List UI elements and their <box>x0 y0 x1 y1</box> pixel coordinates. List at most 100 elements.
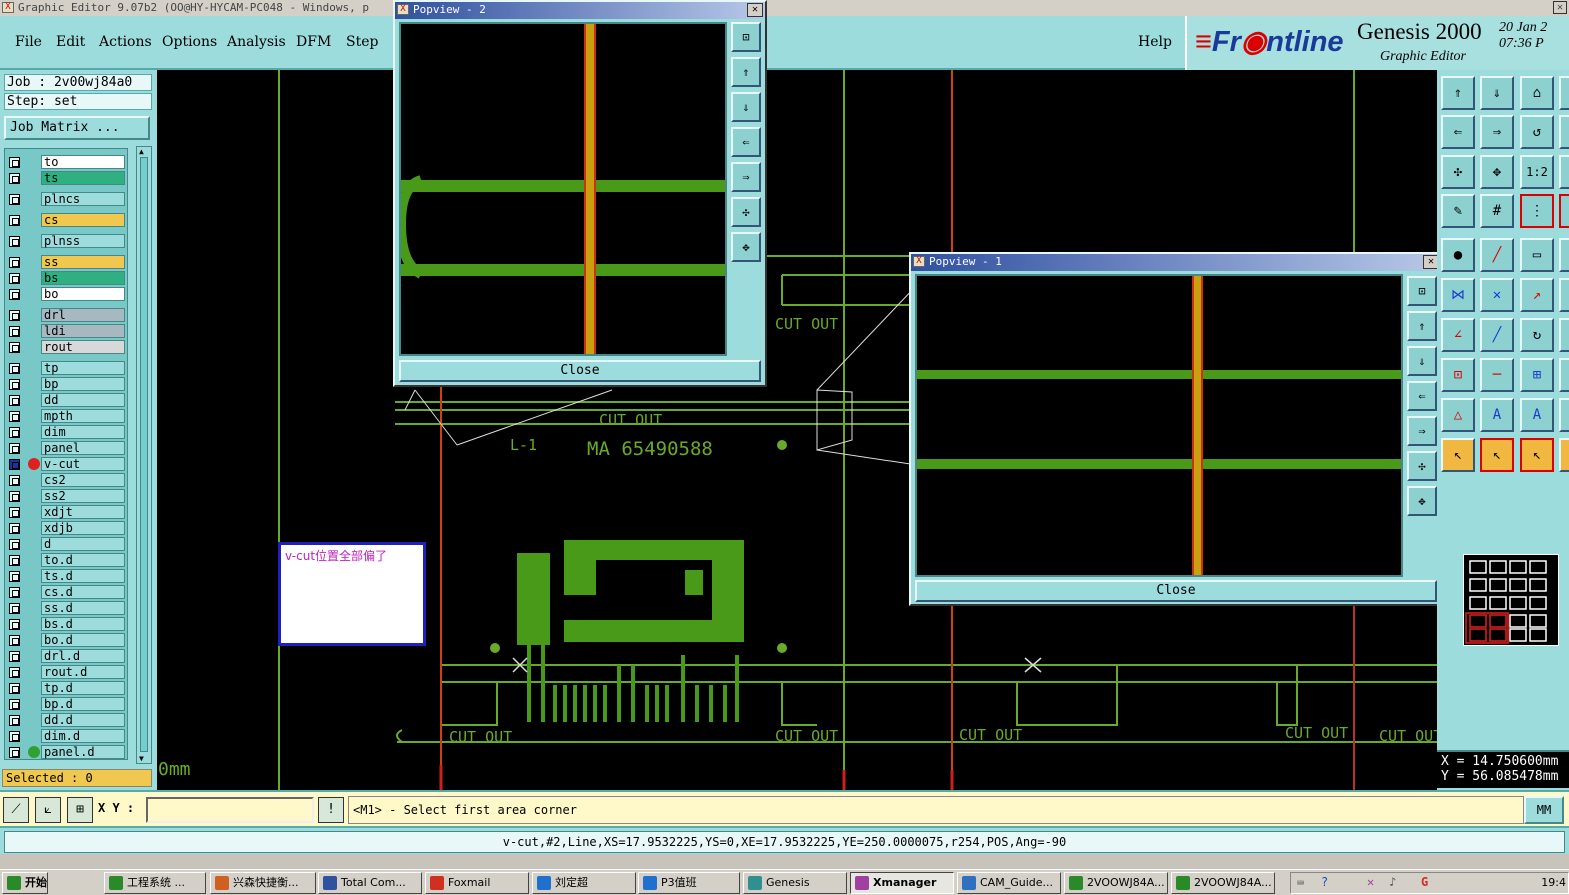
slant-line-icon[interactable]: ╱ <box>1480 318 1514 352</box>
layer-checkbox[interactable] <box>9 699 20 710</box>
text-a-icon[interactable]: A <box>1480 398 1514 432</box>
menu-options[interactable]: Options <box>162 34 217 50</box>
layer-checkbox[interactable] <box>9 289 20 300</box>
layer-checkbox[interactable] <box>9 475 20 486</box>
scroll-thumb[interactable] <box>140 157 148 752</box>
zoom-fit-icon[interactable]: ⊡ <box>731 22 761 52</box>
layer-checkbox[interactable] <box>9 215 20 226</box>
units-button[interactable]: MM <box>1524 796 1564 824</box>
task-item[interactable]: Total Com... <box>318 872 422 894</box>
layer-checkbox[interactable] <box>9 651 20 662</box>
task-item[interactable]: Genesis <box>743 872 847 894</box>
layer-row[interactable]: rout.d <box>7 665 125 679</box>
snap-icon[interactable]: ⋮ <box>1520 194 1554 228</box>
panel-edge-icon[interactable] <box>1559 238 1569 272</box>
draw-line-icon[interactable]: ╱ <box>1480 238 1514 272</box>
layer-row[interactable]: bo <box>7 287 125 301</box>
zoom-out-icon[interactable]: ✥ <box>1407 486 1437 516</box>
move-icon[interactable]: ↗ <box>1520 278 1554 312</box>
pan-down-icon[interactable]: ⇓ <box>731 92 761 122</box>
layer-checkbox[interactable] <box>9 411 20 422</box>
line-tool-icon[interactable]: ∠ <box>1441 318 1475 352</box>
layer-row[interactable]: bo.d <box>7 633 125 647</box>
ruler-icon[interactable]: ▭ <box>1520 238 1554 272</box>
task-item[interactable]: P3值班 <box>638 872 740 894</box>
menu-help[interactable]: Help <box>1138 34 1172 50</box>
grid-icon[interactable]: # <box>1480 194 1514 228</box>
pan-left-icon[interactable]: ⇐ <box>1441 115 1475 149</box>
one-to-one-icon[interactable]: 1:2 <box>1520 155 1554 189</box>
connect-icon[interactable]: ⋈ <box>1441 278 1475 312</box>
volume-icon[interactable]: ♪ <box>1389 875 1396 889</box>
layer-checkbox[interactable] <box>9 667 20 678</box>
task-item[interactable]: 兴森快捷衡... <box>210 872 316 894</box>
layer-checkbox[interactable] <box>9 539 20 550</box>
layer-checkbox[interactable] <box>9 555 20 566</box>
layer-row[interactable]: ss2 <box>7 489 125 503</box>
xy-input[interactable] <box>146 797 314 823</box>
pointer-select2-icon[interactable]: ↖ <box>1520 438 1554 472</box>
menu-analysis[interactable]: Analysis <box>227 34 286 50</box>
layer-checkbox[interactable] <box>9 619 20 630</box>
layer-scrollbar[interactable]: ▲ ▼ <box>136 146 152 764</box>
layer-checkbox[interactable] <box>9 257 20 268</box>
help-icon[interactable]: ? <box>1321 875 1328 889</box>
zoom-out-icon[interactable]: ✥ <box>1480 155 1514 189</box>
pan-up-icon[interactable]: ⇑ <box>731 57 761 87</box>
layer-checkbox[interactable] <box>9 194 20 205</box>
close-window-button[interactable]: ✕ <box>1553 1 1567 14</box>
layer-checkbox[interactable] <box>9 571 20 582</box>
layer-checkbox[interactable] <box>9 173 20 184</box>
keyboard-icon[interactable]: ⌨ <box>1297 876 1304 890</box>
zoom-in-icon[interactable]: ✣ <box>1441 155 1475 189</box>
pan-down-icon[interactable]: ⇓ <box>1407 346 1437 376</box>
google-icon[interactable]: G <box>1421 875 1428 889</box>
layer-row[interactable]: ts.d <box>7 569 125 583</box>
layer-row[interactable]: v-cut <box>7 457 125 471</box>
layer-row[interactable]: cs.d <box>7 585 125 599</box>
pad-add-icon[interactable]: ⊡ <box>1441 358 1475 392</box>
menu-step[interactable]: Step <box>346 34 378 50</box>
layer-row[interactable]: dd <box>7 393 125 407</box>
layer-checkbox[interactable] <box>9 507 20 518</box>
layer-checkbox[interactable] <box>9 747 20 758</box>
layer-checkbox[interactable] <box>9 363 20 374</box>
popview-2-titlebar[interactable]: X Popview - 2 ✕ <box>395 2 765 19</box>
measure-icon[interactable]: ✎ <box>1441 194 1475 228</box>
layer-row[interactable]: plncs <box>7 192 125 206</box>
layer-checkbox[interactable] <box>9 326 20 337</box>
layer-checkbox[interactable] <box>9 236 20 247</box>
layer-row[interactable]: ldi <box>7 324 125 338</box>
horizontal-line-icon[interactable]: ─ <box>1480 358 1514 392</box>
pointer-icon[interactable]: ↖ <box>1441 438 1475 472</box>
task-item-active[interactable]: Xmanager <box>850 872 954 894</box>
grid-mode-icon[interactable]: ⊞ <box>67 797 93 823</box>
pan-right-icon[interactable]: ⇒ <box>731 162 761 192</box>
popview-1-titlebar[interactable]: X Popview - 1 ✕ <box>911 254 1441 271</box>
layer-row[interactable]: xdjt <box>7 505 125 519</box>
layer-checkbox[interactable] <box>9 157 20 168</box>
text-a2-icon[interactable]: A <box>1520 398 1554 432</box>
triangle-tool-icon[interactable]: △ <box>1441 398 1475 432</box>
line-mode-icon[interactable]: ⟋ <box>3 797 29 823</box>
snap-mode-icon[interactable]: ⟀ <box>35 797 61 823</box>
layer-row[interactable]: tp <box>7 361 125 375</box>
pan-right-icon[interactable]: ⇒ <box>1480 115 1514 149</box>
pan-up-icon[interactable]: ⇑ <box>1407 311 1437 341</box>
layer-row[interactable]: panel <box>7 441 125 455</box>
task-item[interactable]: CAM_Guide... <box>957 872 1061 894</box>
popview-2-view[interactable] <box>395 22 727 356</box>
annotation-note[interactable]: v-cut位置全部偏了 <box>278 542 426 646</box>
select-pad-icon[interactable]: ● <box>1441 238 1475 272</box>
dimension-icon[interactable]: ⊞ <box>1520 358 1554 392</box>
layer-row[interactable]: rout <box>7 340 125 354</box>
layer-checkbox[interactable] <box>9 310 20 321</box>
menu-file[interactable]: File <box>15 34 42 50</box>
home-icon[interactable]: ⌂ <box>1520 76 1554 110</box>
layer-checkbox[interactable] <box>9 715 20 726</box>
layer-row[interactable]: bp <box>7 377 125 391</box>
popview-2-close-icon[interactable]: ✕ <box>747 3 763 17</box>
layer-row[interactable]: dim.d <box>7 729 125 743</box>
layer-row[interactable]: bp.d <box>7 697 125 711</box>
layer-checkbox[interactable] <box>9 491 20 502</box>
